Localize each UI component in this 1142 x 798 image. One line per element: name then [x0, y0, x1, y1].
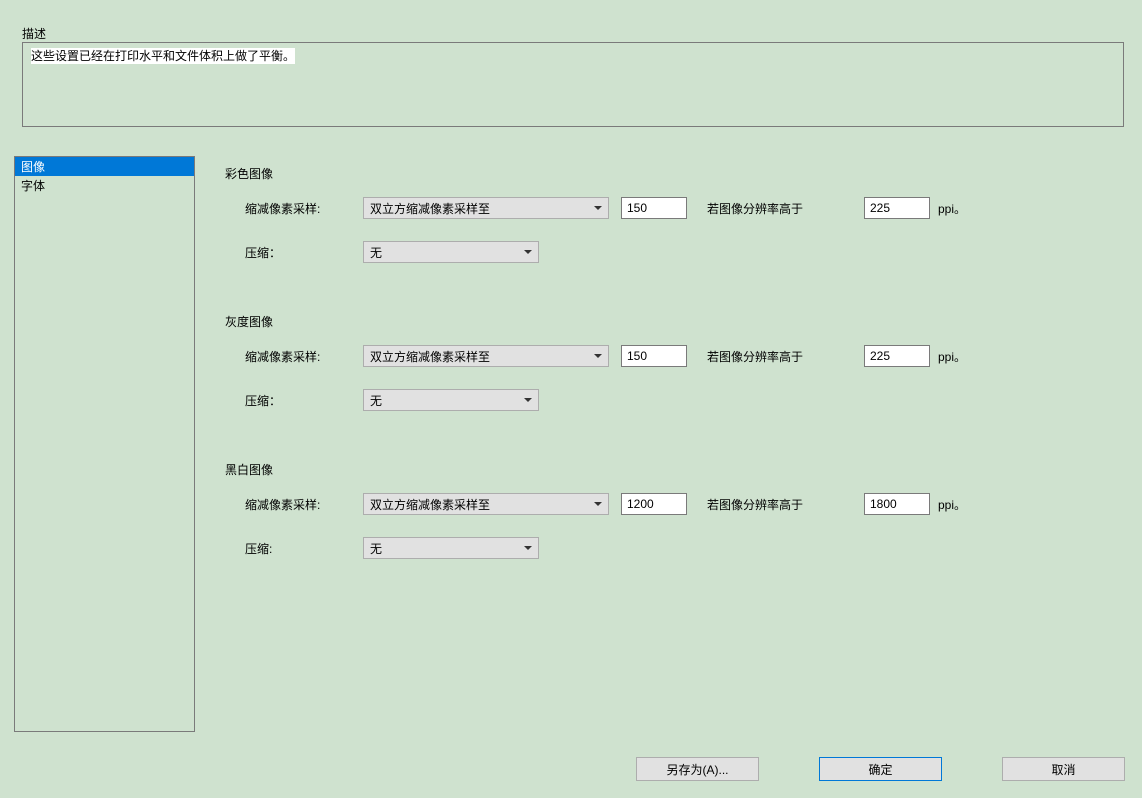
gray-downsample-label: 缩减像素采样:: [245, 348, 363, 365]
color-downsample-label: 缩减像素采样:: [245, 200, 363, 217]
color-compression-dropdown[interactable]: 无: [363, 241, 539, 263]
gray-compression-dropdown[interactable]: 无: [363, 389, 539, 411]
gray-downsample-method-value: 双立方缩减像素采样至: [370, 348, 490, 365]
save-as-button[interactable]: 另存为(A)...: [636, 757, 759, 781]
mono-compression-value: 无: [370, 540, 382, 557]
mono-downsample-value-input[interactable]: [621, 493, 687, 515]
cancel-button[interactable]: 取消: [1002, 757, 1125, 781]
chevron-down-icon: [524, 398, 532, 402]
mono-downsample-method-dropdown[interactable]: 双立方缩减像素采样至: [363, 493, 609, 515]
chevron-down-icon: [594, 354, 602, 358]
button-bar: 另存为(A)... 确定 取消: [0, 757, 1142, 781]
description-label: 描述: [22, 25, 46, 42]
color-images-section: 彩色图像 缩减像素采样: 双立方缩减像素采样至 若图像分辨率高于 ppi。 压缩…: [225, 165, 1125, 263]
gray-downsample-method-dropdown[interactable]: 双立方缩减像素采样至: [363, 345, 609, 367]
gray-threshold-label: 若图像分辨率高于: [707, 348, 852, 365]
gray-compression-label: 压缩：: [245, 392, 363, 409]
chevron-down-icon: [524, 250, 532, 254]
gray-compression-row: 压缩： 无: [225, 389, 1125, 411]
mono-downsample-method-value: 双立方缩减像素采样至: [370, 496, 490, 513]
color-threshold-value-input[interactable]: [864, 197, 930, 219]
settings-panel: 彩色图像 缩减像素采样: 双立方缩减像素采样至 若图像分辨率高于 ppi。 压缩…: [225, 165, 1125, 609]
color-compression-row: 压缩： 无: [225, 241, 1125, 263]
gray-downsample-value-input[interactable]: [621, 345, 687, 367]
color-compression-value: 无: [370, 244, 382, 261]
color-unit-label: ppi。: [938, 200, 966, 217]
chevron-down-icon: [524, 546, 532, 550]
gray-threshold-value-input[interactable]: [864, 345, 930, 367]
color-compression-label: 压缩：: [245, 244, 363, 261]
chevron-down-icon: [594, 502, 602, 506]
mono-downsample-label: 缩减像素采样:: [245, 496, 363, 513]
gray-compression-value: 无: [370, 392, 382, 409]
color-downsample-row: 缩减像素采样: 双立方缩减像素采样至 若图像分辨率高于 ppi。: [225, 197, 1125, 219]
color-threshold-label: 若图像分辨率高于: [707, 200, 852, 217]
mono-threshold-value-input[interactable]: [864, 493, 930, 515]
color-downsample-method-dropdown[interactable]: 双立方缩减像素采样至: [363, 197, 609, 219]
mono-images-section: 黑白图像 缩减像素采样: 双立方缩减像素采样至 若图像分辨率高于 ppi。 压缩…: [225, 461, 1125, 559]
sidebar-item-fonts[interactable]: 字体: [15, 176, 194, 195]
gray-images-section: 灰度图像 缩减像素采样: 双立方缩减像素采样至 若图像分辨率高于 ppi。 压缩…: [225, 313, 1125, 411]
mono-threshold-label: 若图像分辨率高于: [707, 496, 852, 513]
description-text: 这些设置已经在打印水平和文件体积上做了平衡。: [31, 48, 295, 64]
description-box: 这些设置已经在打印水平和文件体积上做了平衡。: [22, 42, 1124, 127]
category-list[interactable]: 图像 字体: [14, 156, 195, 732]
color-downsample-value-input[interactable]: [621, 197, 687, 219]
ok-button[interactable]: 确定: [819, 757, 942, 781]
sidebar-item-images[interactable]: 图像: [15, 157, 194, 176]
color-section-title: 彩色图像: [225, 165, 1125, 182]
mono-compression-row: 压缩: 无: [225, 537, 1125, 559]
mono-compression-label: 压缩:: [245, 540, 363, 557]
chevron-down-icon: [594, 206, 602, 210]
mono-unit-label: ppi。: [938, 496, 966, 513]
mono-downsample-row: 缩减像素采样: 双立方缩减像素采样至 若图像分辨率高于 ppi。: [225, 493, 1125, 515]
gray-unit-label: ppi。: [938, 348, 966, 365]
mono-compression-dropdown[interactable]: 无: [363, 537, 539, 559]
gray-section-title: 灰度图像: [225, 313, 1125, 330]
color-downsample-method-value: 双立方缩减像素采样至: [370, 200, 490, 217]
gray-downsample-row: 缩减像素采样: 双立方缩减像素采样至 若图像分辨率高于 ppi。: [225, 345, 1125, 367]
mono-section-title: 黑白图像: [225, 461, 1125, 478]
